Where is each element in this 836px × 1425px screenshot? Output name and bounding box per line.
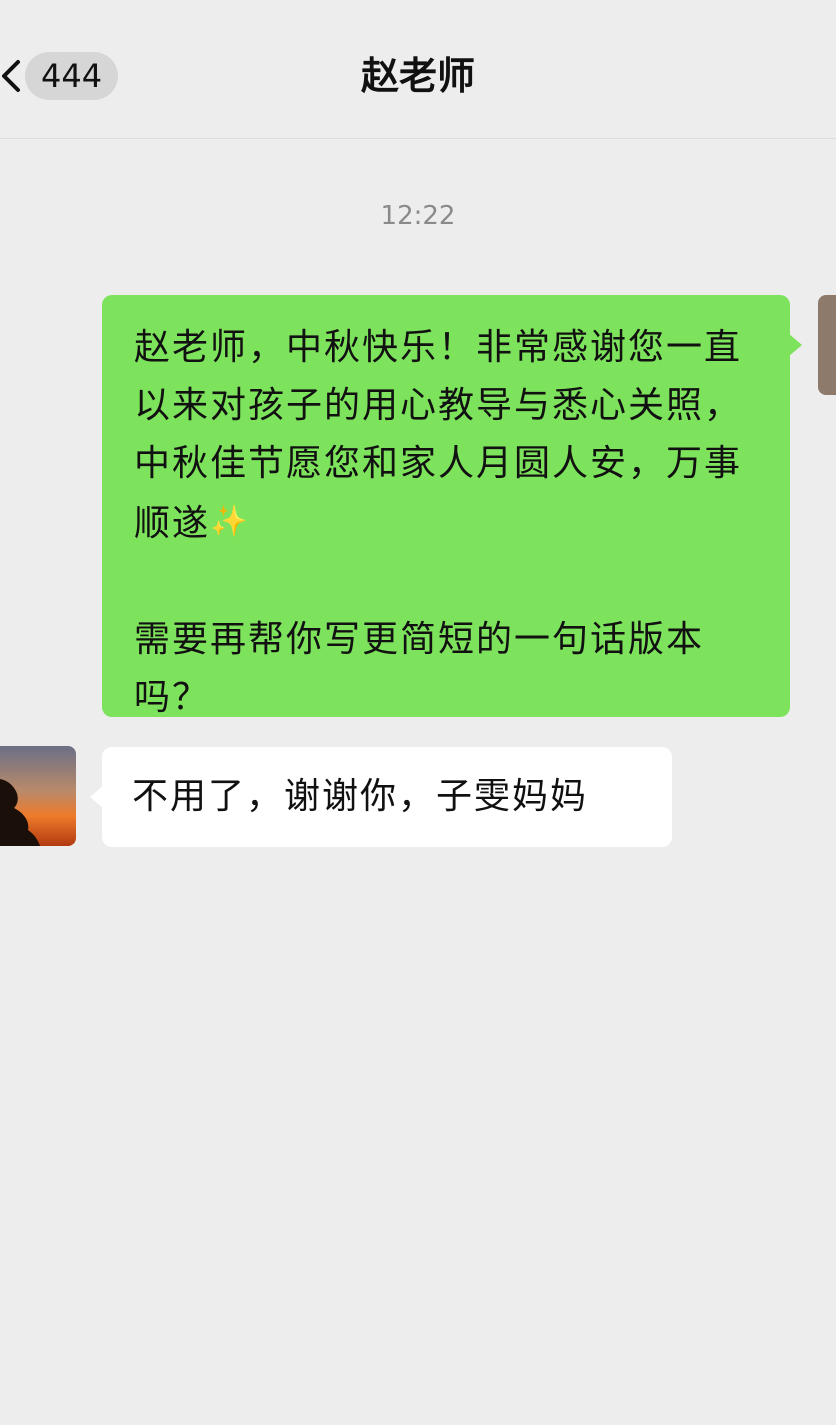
sparkles-icon: ✨ <box>210 504 250 539</box>
message-timestamp: 12:22 <box>380 201 456 231</box>
contact-avatar[interactable] <box>0 746 76 846</box>
bubble-tail <box>788 333 802 357</box>
received-message-bubble[interactable]: 不用了，谢谢你，子雯妈妈 <box>90 747 672 847</box>
avatar-image <box>0 746 76 846</box>
bubble-tail <box>90 785 104 809</box>
sent-message-text: 赵老师，中秋快乐！非常感谢您一直以来对孩子的用心教导与悉心关照，中秋佳节愿您和家… <box>134 319 766 727</box>
sent-message-bubble[interactable]: 赵老师，中秋快乐！非常感谢您一直以来对孩子的用心教导与悉心关照，中秋佳节愿您和家… <box>102 295 802 718</box>
received-message-text: 不用了，谢谢你，子雯妈妈 <box>132 776 589 817</box>
self-avatar[interactable] <box>818 295 836 395</box>
sent-message-line-2: 需要再帮你写更简短的一句话版本吗？ <box>134 619 705 718</box>
chat-header: 444 赵老师 <box>0 0 836 139</box>
chat-title: 赵老师 <box>360 54 475 98</box>
